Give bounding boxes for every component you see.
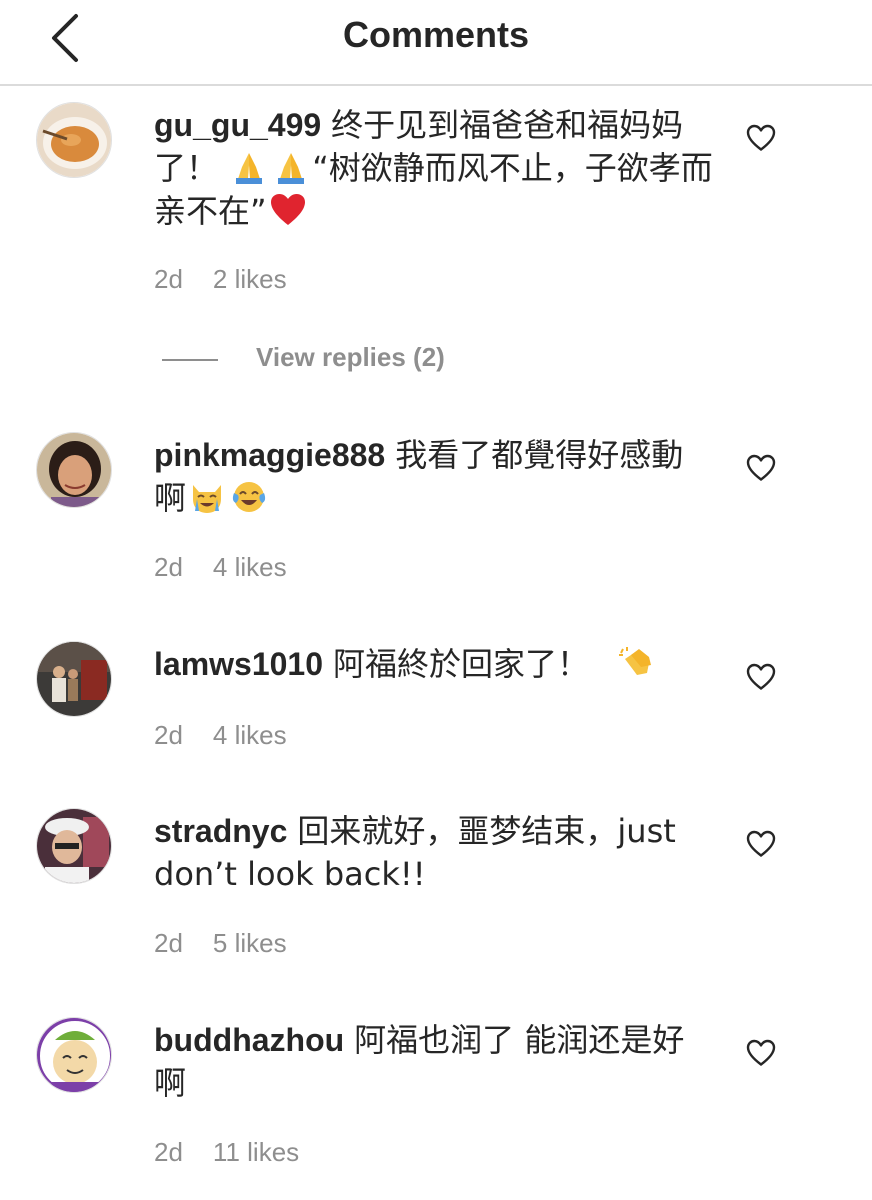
heart-outline-icon (746, 454, 776, 481)
heart-outline-icon (746, 124, 776, 151)
comment-meta: 2d 2 likes (154, 264, 317, 295)
comment-username[interactable]: pinkmaggie888 (154, 437, 385, 473)
comment-timestamp: 2d (154, 720, 183, 750)
like-button[interactable] (746, 1039, 776, 1067)
comment-text: stradnyc 回来就好，噩梦结束，just don’t look back!! (154, 810, 714, 896)
replies-divider-line (162, 359, 218, 361)
avatar[interactable] (36, 432, 112, 508)
avatar-group-photo-image (37, 642, 111, 716)
like-button[interactable] (746, 830, 776, 858)
folded-hands-emoji-icon (230, 149, 268, 185)
comment-likes-count[interactable]: 5 likes (213, 928, 287, 958)
heart-outline-icon (746, 1039, 776, 1066)
avatar[interactable] (36, 641, 112, 717)
comment-text: pinkmaggie888 我看了都覺得好感動啊 (154, 434, 714, 520)
avatar-cartoon-buddha-image (37, 1018, 111, 1092)
view-replies-label: View replies (2) (256, 342, 445, 372)
comment-likes-count[interactable]: 4 likes (213, 552, 287, 582)
avatar-soup-bowl-image (37, 103, 111, 177)
comment-timestamp: 2d (154, 1137, 183, 1167)
comment-timestamp: 2d (154, 552, 183, 582)
comment-body: 阿福終於回家了！ (333, 645, 590, 683)
comment-meta: 2d 5 likes (154, 928, 317, 959)
comment-timestamp: 2d (154, 928, 183, 958)
like-button[interactable] (746, 124, 776, 152)
tears-of-joy-emoji-icon (230, 479, 268, 515)
comment-username[interactable]: lamws1010 (154, 646, 323, 682)
comment-username[interactable]: buddhazhou (154, 1022, 344, 1058)
clapping-hands-emoji-icon (617, 645, 655, 681)
comment-likes-count[interactable]: 11 likes (213, 1137, 299, 1167)
avatar-portrait-image (37, 433, 111, 507)
header-bar: Comments (0, 0, 872, 86)
crying-cat-emoji-icon (188, 479, 226, 515)
folded-hands-emoji-icon (272, 149, 310, 185)
comment-likes-count[interactable]: 4 likes (213, 720, 287, 750)
avatar[interactable] (36, 102, 112, 178)
comment-text: buddhazhou 阿福也润了 能润还是好啊 (154, 1019, 714, 1105)
comment-username[interactable]: gu_gu_499 (154, 107, 321, 143)
red-heart-emoji-icon (269, 192, 307, 228)
avatar[interactable] (36, 808, 112, 884)
comment-timestamp: 2d (154, 264, 183, 294)
heart-outline-icon (746, 830, 776, 857)
comment-text: gu_gu_499 终于见到福爸爸和福妈妈了！ “树欲静而风不止，子欲孝而亲不在” (154, 104, 714, 233)
page-title: Comments (342, 14, 530, 55)
heart-outline-icon (746, 663, 776, 690)
comment-meta: 2d 11 likes (154, 1137, 329, 1168)
comment-username[interactable]: stradnyc (154, 813, 287, 849)
avatar-portrait-image (37, 809, 111, 883)
comment-meta: 2d 4 likes (154, 552, 317, 583)
avatar[interactable] (36, 1017, 112, 1093)
like-button[interactable] (746, 454, 776, 482)
comment-text: lamws1010 阿福終於回家了！ (154, 643, 714, 686)
comment-meta: 2d 4 likes (154, 720, 317, 751)
comment-likes-count[interactable]: 2 likes (213, 264, 287, 294)
like-button[interactable] (746, 663, 776, 691)
